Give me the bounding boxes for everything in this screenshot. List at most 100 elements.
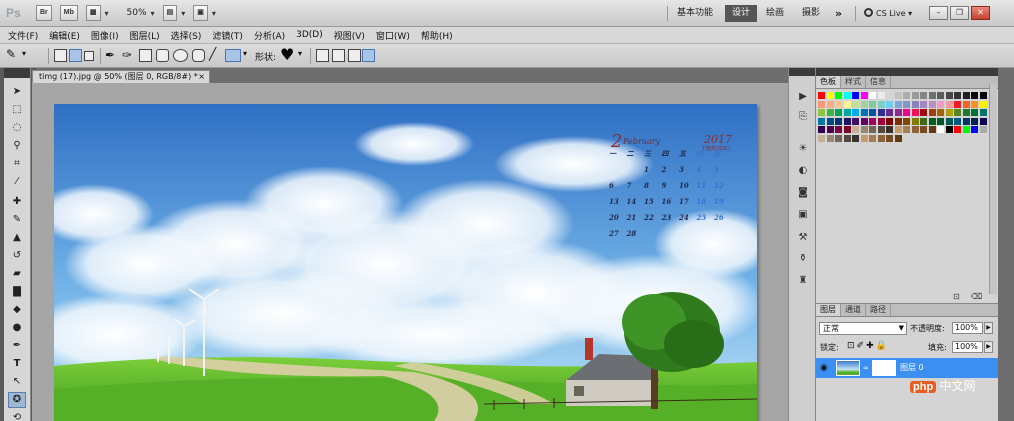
color-swatch[interactable] (928, 92, 936, 99)
lasso-tool-icon[interactable]: ◌ (8, 120, 26, 136)
image-icon[interactable]: ▣ (796, 208, 810, 221)
color-swatch[interactable] (860, 100, 868, 108)
color-swatch[interactable] (937, 100, 944, 108)
crop-tool-icon[interactable]: ⌗ (8, 156, 26, 172)
pen-icon[interactable]: ✒ (105, 48, 115, 62)
subtract-shape-icon[interactable] (348, 49, 361, 62)
dodge-tool-icon[interactable]: ● (8, 320, 26, 336)
layer-row[interactable]: ◉ ∞ 图层 0 (816, 358, 998, 378)
zoom-level[interactable]: 50% (127, 8, 147, 18)
cs-live-button[interactable]: CS Live ▾ (864, 5, 912, 22)
color-swatch[interactable] (903, 109, 910, 116)
color-swatch[interactable] (894, 109, 902, 116)
color-swatch[interactable] (860, 134, 868, 142)
color-swatch[interactable] (945, 126, 953, 133)
color-swatch[interactable] (979, 117, 987, 125)
eye-icon[interactable]: ◉ (820, 363, 828, 373)
color-swatch[interactable] (954, 109, 961, 116)
color-swatch[interactable] (886, 109, 893, 116)
color-swatch[interactable] (860, 92, 868, 99)
color-swatch[interactable] (937, 92, 944, 99)
color-swatch[interactable] (979, 109, 987, 116)
color-swatch[interactable] (852, 100, 859, 108)
color-swatch[interactable] (886, 92, 893, 99)
menu-edit[interactable]: 编辑(E) (49, 29, 80, 42)
marquee-tool-icon[interactable]: ⬚ (8, 102, 26, 118)
color-swatch[interactable] (962, 117, 970, 125)
color-swatch[interactable] (903, 117, 910, 125)
add-to-shape-icon[interactable] (332, 49, 345, 62)
color-swatch[interactable] (869, 109, 876, 116)
clone-stamp-tool-icon[interactable]: ▲ (8, 230, 26, 246)
color-swatch[interactable] (920, 100, 927, 108)
custom-shape-icon[interactable] (225, 49, 241, 62)
color-swatch[interactable] (843, 109, 851, 116)
color-swatch[interactable] (911, 109, 919, 116)
color-swatch[interactable] (818, 126, 825, 133)
color-swatch[interactable] (860, 117, 868, 125)
color-swatch[interactable] (962, 100, 970, 108)
history-icon[interactable]: ⎘ (796, 110, 810, 123)
chevron-down-icon[interactable]: ▾ (243, 49, 247, 58)
eyedropper-tool-icon[interactable]: ⁄ (8, 174, 26, 190)
dock-header[interactable] (789, 68, 815, 76)
document-canvas[interactable]: 2 February 2017 丁酉年[鸡年] 一二三四五六日123456789… (54, 104, 757, 421)
menu-help[interactable]: 帮助(H) (421, 29, 453, 42)
paths-icon[interactable] (69, 49, 82, 62)
blend-mode-select[interactable]: 正常 ▼ (819, 322, 907, 335)
chevron-down-icon[interactable]: ▾ (298, 49, 302, 58)
color-swatch[interactable] (979, 92, 987, 99)
color-swatch[interactable] (920, 92, 927, 99)
ellipse-icon[interactable] (173, 49, 188, 62)
freeform-pen-icon[interactable]: ✑ (122, 48, 132, 62)
color-swatch[interactable] (877, 117, 885, 125)
tab-channels[interactable]: 通道 (841, 304, 866, 316)
color-swatch[interactable] (962, 92, 970, 99)
color-swatch[interactable] (826, 100, 834, 108)
color-swatch[interactable] (852, 134, 859, 142)
workspace-design[interactable]: 设计 (725, 5, 758, 22)
color-swatch[interactable] (826, 109, 834, 116)
brush-presets-icon[interactable]: ⚒ (796, 231, 810, 244)
color-swatch[interactable] (971, 126, 978, 133)
color-swatch[interactable] (818, 134, 825, 142)
color-swatch[interactable] (835, 126, 842, 133)
gradient-tool-icon[interactable]: ▇ (8, 284, 26, 300)
menu-file[interactable]: 文件(F) (8, 29, 38, 42)
chevron-down-icon[interactable]: ▾ (151, 9, 155, 18)
color-swatch[interactable] (971, 100, 978, 108)
color-swatch[interactable] (860, 109, 868, 116)
pen-tool-icon[interactable]: ✒ (8, 338, 26, 354)
layer-name[interactable]: 图层 0 (900, 362, 924, 373)
mini-bridge-button[interactable]: Mb (59, 5, 78, 21)
color-swatch[interactable] (928, 109, 936, 116)
color-swatch[interactable] (911, 126, 919, 133)
color-swatch[interactable] (843, 134, 851, 142)
color-swatch[interactable] (945, 109, 953, 116)
color-swatch[interactable] (818, 117, 825, 125)
color-swatch[interactable] (979, 126, 987, 133)
healing-brush-tool-icon[interactable]: ✚ (8, 194, 26, 210)
color-swatch[interactable] (894, 100, 902, 108)
color-swatch[interactable] (937, 126, 944, 133)
color-swatch[interactable] (920, 109, 927, 116)
stamp-icon[interactable]: ♜ (796, 274, 810, 287)
color-swatch[interactable] (945, 100, 953, 108)
color-swatch[interactable] (962, 126, 970, 133)
fill-input[interactable]: 100% (952, 341, 983, 353)
clone-source-icon[interactable]: ⚱ (796, 252, 810, 265)
color-swatch[interactable] (843, 126, 851, 133)
color-swatch[interactable] (852, 109, 859, 116)
color-swatch[interactable] (826, 134, 834, 142)
color-swatch[interactable] (903, 92, 910, 99)
tools-panel-header[interactable] (4, 68, 30, 78)
menu-layer[interactable]: 图层(L) (130, 29, 160, 42)
color-swatch[interactable] (877, 100, 885, 108)
color-swatch[interactable] (937, 117, 944, 125)
workspace-essentials[interactable]: 基本功能 (677, 5, 713, 22)
screen-mode-button[interactable]: ▣ (193, 5, 208, 21)
color-swatch[interactable] (852, 117, 859, 125)
color-swatch[interactable] (886, 134, 893, 142)
color-swatch[interactable] (928, 117, 936, 125)
color-swatch[interactable] (979, 100, 987, 108)
